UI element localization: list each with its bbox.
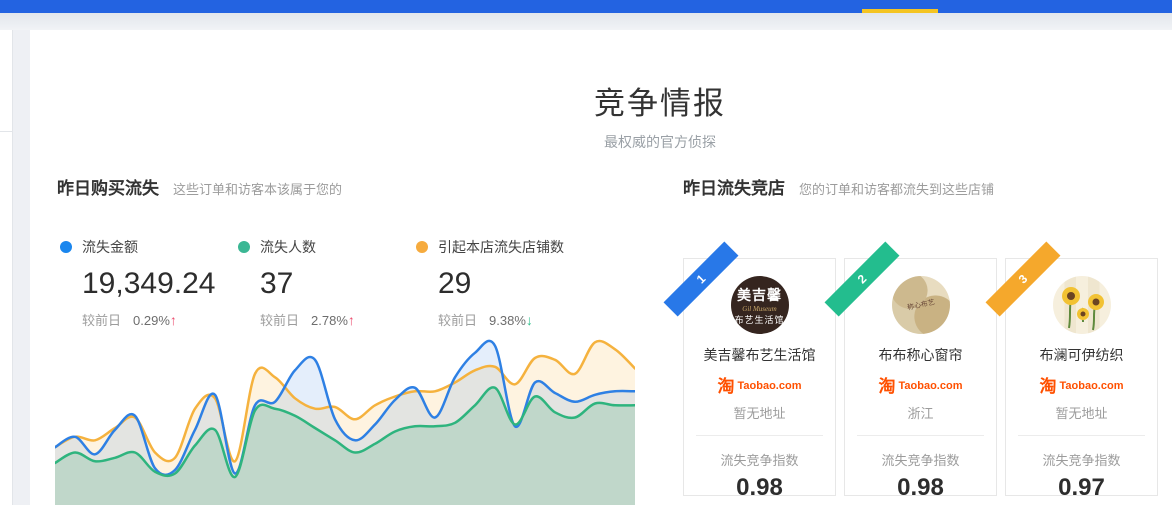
- index-value: 0.97: [1006, 474, 1157, 502]
- metric-value: 19,349.24: [82, 267, 215, 301]
- logo-stamp-text: 称心布艺: [906, 297, 935, 313]
- left-section-header: 昨日购买流失 这些订单和访客本该属于您的: [57, 174, 342, 199]
- metric-loss-stores: 引起本店流失店铺数 29 较前日 9.38%↓: [416, 237, 564, 329]
- taobao-icon: 淘: [718, 372, 735, 397]
- compare-label: 较前日: [260, 313, 299, 328]
- card-divider: [696, 435, 823, 436]
- metric-compare: 较前日 2.78%↑: [260, 310, 355, 329]
- platform-row: 淘 Taobao.com: [1006, 372, 1157, 397]
- platform-row: 淘 Taobao.com: [684, 372, 835, 397]
- metric-label: 引起本店流失店铺数: [438, 237, 564, 257]
- metric-label: 流失人数: [260, 237, 316, 257]
- competitor-card-2[interactable]: 2 称心布艺 布布称心窗帘 淘 Taobao.com 浙江 流失竞争指数 0.9…: [844, 258, 997, 496]
- logo-sub-text: 布艺生活馆: [734, 313, 784, 326]
- competitor-cards: 1 美吉馨 Gil Museum 布艺生活馆 美吉馨布艺生活馆 淘 Taobao…: [683, 258, 1158, 496]
- compare-label: 较前日: [82, 313, 121, 328]
- sub-header-bar: [0, 13, 1172, 30]
- store-logo: 称心布艺: [892, 276, 950, 334]
- metric-loss-amount: 流失金额 19,349.24 较前日 0.29%↑: [60, 237, 215, 329]
- page-title: 竞争情报: [490, 78, 830, 123]
- legend-dot-orange: [416, 241, 428, 253]
- store-name[interactable]: 布布称心窗帘: [845, 345, 996, 365]
- up-arrow-icon: ↑: [348, 312, 355, 328]
- store-location: 暂无地址: [684, 403, 835, 422]
- up-arrow-icon: ↑: [170, 312, 177, 328]
- change-percent: 9.38%: [489, 313, 526, 328]
- metric-label: 流失金额: [82, 237, 138, 257]
- legend-dot-green: [238, 241, 250, 253]
- index-label: 流失竞争指数: [845, 450, 996, 469]
- index-label: 流失竞争指数: [1006, 450, 1157, 469]
- left-section-title: 昨日购买流失: [57, 174, 159, 199]
- loss-trend-area-chart[interactable]: [55, 330, 635, 505]
- store-name[interactable]: 布澜可伊纺织: [1006, 345, 1157, 365]
- change-percent: 2.78%: [311, 313, 348, 328]
- metric-compare: 较前日 0.29%↑: [82, 310, 215, 329]
- index-value: 0.98: [684, 474, 835, 502]
- metric-compare: 较前日 9.38%↓: [438, 310, 564, 329]
- logo-text: 美吉馨: [737, 285, 782, 305]
- store-location: 浙江: [845, 403, 996, 422]
- page-subtitle: 最权威的官方侦探: [490, 132, 830, 152]
- down-arrow-icon: ↓: [526, 312, 533, 328]
- card-divider: [857, 435, 984, 436]
- logo-script-text: Gil Museum: [742, 305, 776, 313]
- store-logo: [1053, 276, 1111, 334]
- right-section-desc: 您的订单和访客都流失到这些店铺: [799, 179, 994, 198]
- collapsed-sidebar[interactable]: [0, 30, 13, 505]
- metric-value: 37: [260, 267, 355, 301]
- competitor-card-3[interactable]: 3 布澜可伊纺织 淘 Taobao: [1005, 258, 1158, 496]
- index-label: 流失竞争指数: [684, 450, 835, 469]
- taobao-icon: 淘: [879, 372, 896, 397]
- main-panel: 竞争情报 最权威的官方侦探 昨日购买流失 这些订单和访客本该属于您的 流失金额 …: [30, 30, 1172, 505]
- compare-label: 较前日: [438, 313, 477, 328]
- competitor-card-1[interactable]: 1 美吉馨 Gil Museum 布艺生活馆 美吉馨布艺生活馆 淘 Taobao…: [683, 258, 836, 496]
- index-value: 0.98: [845, 474, 996, 502]
- store-logo: 美吉馨 Gil Museum 布艺生活馆: [731, 276, 789, 334]
- taobao-label: Taobao.com: [738, 380, 802, 392]
- page-header: 竞争情报 最权威的官方侦探: [490, 78, 830, 152]
- taobao-icon: 淘: [1040, 372, 1057, 397]
- sunflower-logo-drawing: [1053, 276, 1111, 334]
- change-percent: 0.29%: [133, 313, 170, 328]
- metric-value: 29: [438, 267, 564, 301]
- taobao-label: Taobao.com: [899, 380, 963, 392]
- platform-row: 淘 Taobao.com: [845, 372, 996, 397]
- left-section-desc: 这些订单和访客本该属于您的: [173, 179, 342, 198]
- store-name[interactable]: 美吉馨布艺生活馆: [684, 345, 835, 365]
- right-section-header: 昨日流失竞店 您的订单和访客都流失到这些店铺: [683, 174, 994, 199]
- sidebar-divider: [0, 131, 12, 132]
- legend-dot-blue: [60, 241, 72, 253]
- rank-ribbon: 1: [664, 242, 739, 317]
- right-section-title: 昨日流失竞店: [683, 174, 785, 199]
- metric-loss-people: 流失人数 37 较前日 2.78%↑: [238, 237, 355, 329]
- top-nav-bar: [0, 0, 1172, 13]
- store-location: 暂无地址: [1006, 403, 1157, 422]
- card-divider: [1018, 435, 1145, 436]
- taobao-label: Taobao.com: [1060, 380, 1124, 392]
